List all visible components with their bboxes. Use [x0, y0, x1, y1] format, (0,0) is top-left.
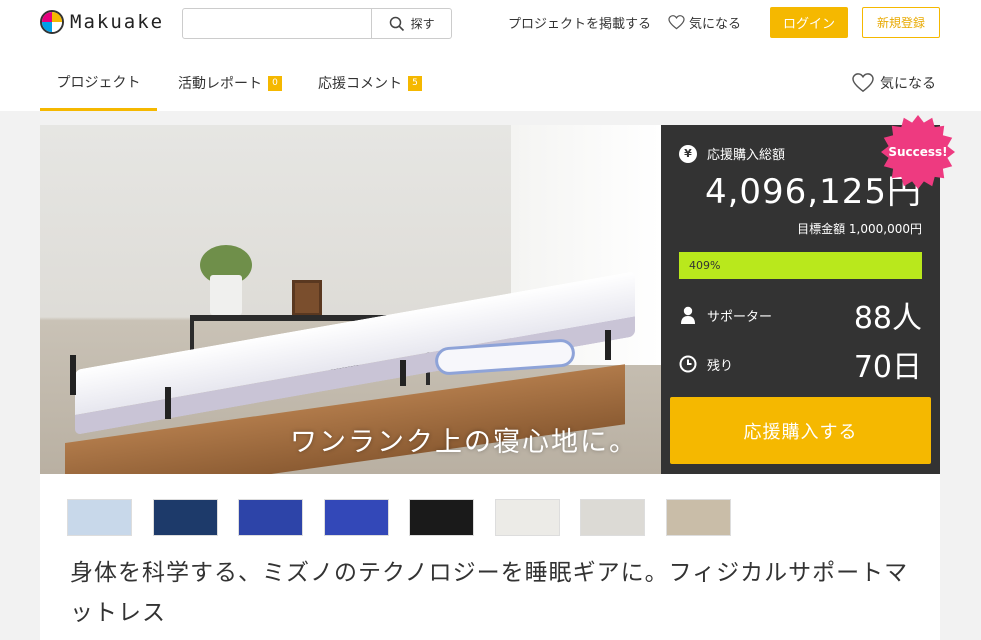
picture-frame: [292, 280, 322, 316]
tab-project-label: プロジェクト: [56, 74, 141, 91]
total-label-row: ¥ 応援購入総額: [679, 144, 785, 163]
remaining-label: 残り: [707, 358, 734, 374]
favorite-link-label: 気になる: [689, 17, 742, 32]
tab-comment[interactable]: 応援コメント 5: [318, 55, 422, 111]
person-icon: [679, 306, 697, 324]
hero-catchphrase: ワンランク上の寝心地に。: [290, 427, 638, 458]
goal-amount: 目標金額 1,000,000円: [797, 222, 922, 236]
heart-icon: [668, 15, 685, 30]
yen-icon: ¥: [679, 144, 697, 163]
bed-leg: [70, 355, 76, 395]
favorite-button-label: 気になる: [880, 76, 936, 92]
bed-leg: [165, 387, 171, 419]
logo-mark-icon: [40, 10, 64, 34]
favorite-button[interactable]: 気になる: [852, 73, 936, 93]
thumbnail-4[interactable]: [323, 499, 389, 536]
support-purchase-button[interactable]: 応援購入する: [670, 397, 931, 464]
logo-text: Makuake: [70, 11, 165, 33]
bed-leg: [605, 330, 611, 360]
project-tabs: プロジェクト 活動レポート 0 応援コメント 5 気になる: [0, 55, 981, 111]
tab-comment-label: 応援コメント: [318, 76, 402, 92]
clock-icon: [679, 355, 697, 373]
thumbnail-3[interactable]: [238, 499, 303, 536]
top-header: Makuake 探す プロジェクトを掲載する 気になる ログイン 新規登録: [0, 0, 981, 48]
progress-text: 409%: [689, 259, 721, 272]
tab-report[interactable]: 活動レポート 0: [178, 55, 282, 111]
thumbnail-7[interactable]: [580, 499, 645, 536]
thumbnail-8[interactable]: [665, 499, 731, 536]
progress-bar-fill: 409%: [679, 252, 922, 279]
search-box: 探す: [182, 8, 452, 39]
tab-project[interactable]: プロジェクト: [40, 55, 157, 111]
comment-count-badge: 5: [408, 75, 422, 91]
remaining-row: 残り 70日: [679, 344, 922, 385]
supporters-label: サポーター: [707, 309, 773, 325]
thumbnail-6[interactable]: [494, 499, 560, 536]
supporters-value: 88人: [853, 301, 922, 336]
total-label: 応援購入総額: [707, 148, 786, 163]
project-title: 身体を科学する、ミズノのテクノロジーを睡眠ギアに。フィジカルサポートマットレス: [70, 560, 909, 626]
favorite-link[interactable]: 気になる: [668, 13, 741, 32]
tab-report-label: 活動レポート: [178, 76, 262, 92]
remaining-value: 70日: [853, 350, 922, 385]
heart-icon: [852, 73, 874, 93]
search-input[interactable]: [183, 9, 372, 38]
success-badge-label: Success!: [888, 145, 948, 159]
plant-pot: [210, 275, 242, 315]
register-button[interactable]: 新規登録: [862, 7, 940, 38]
progress-bar: 409%: [679, 252, 922, 279]
search-button-label: 探す: [410, 17, 435, 31]
login-button[interactable]: ログイン: [770, 7, 848, 38]
search-icon: [389, 16, 404, 31]
thumbnail-2[interactable]: [152, 499, 218, 536]
search-button[interactable]: 探す: [371, 9, 451, 38]
thumbnail-5[interactable]: [409, 499, 474, 536]
supporters-row: サポーター 88人: [679, 295, 922, 336]
report-count-badge: 0: [268, 75, 282, 91]
thumbnail-1[interactable]: [67, 499, 132, 536]
main-project-image[interactable]: ワンランク上の寝心地に。: [40, 125, 661, 474]
publish-project-link[interactable]: プロジェクトを掲載する: [508, 13, 651, 32]
bed-leg: [400, 360, 406, 386]
logo[interactable]: Makuake: [40, 10, 164, 34]
success-badge: Success!: [880, 114, 956, 190]
